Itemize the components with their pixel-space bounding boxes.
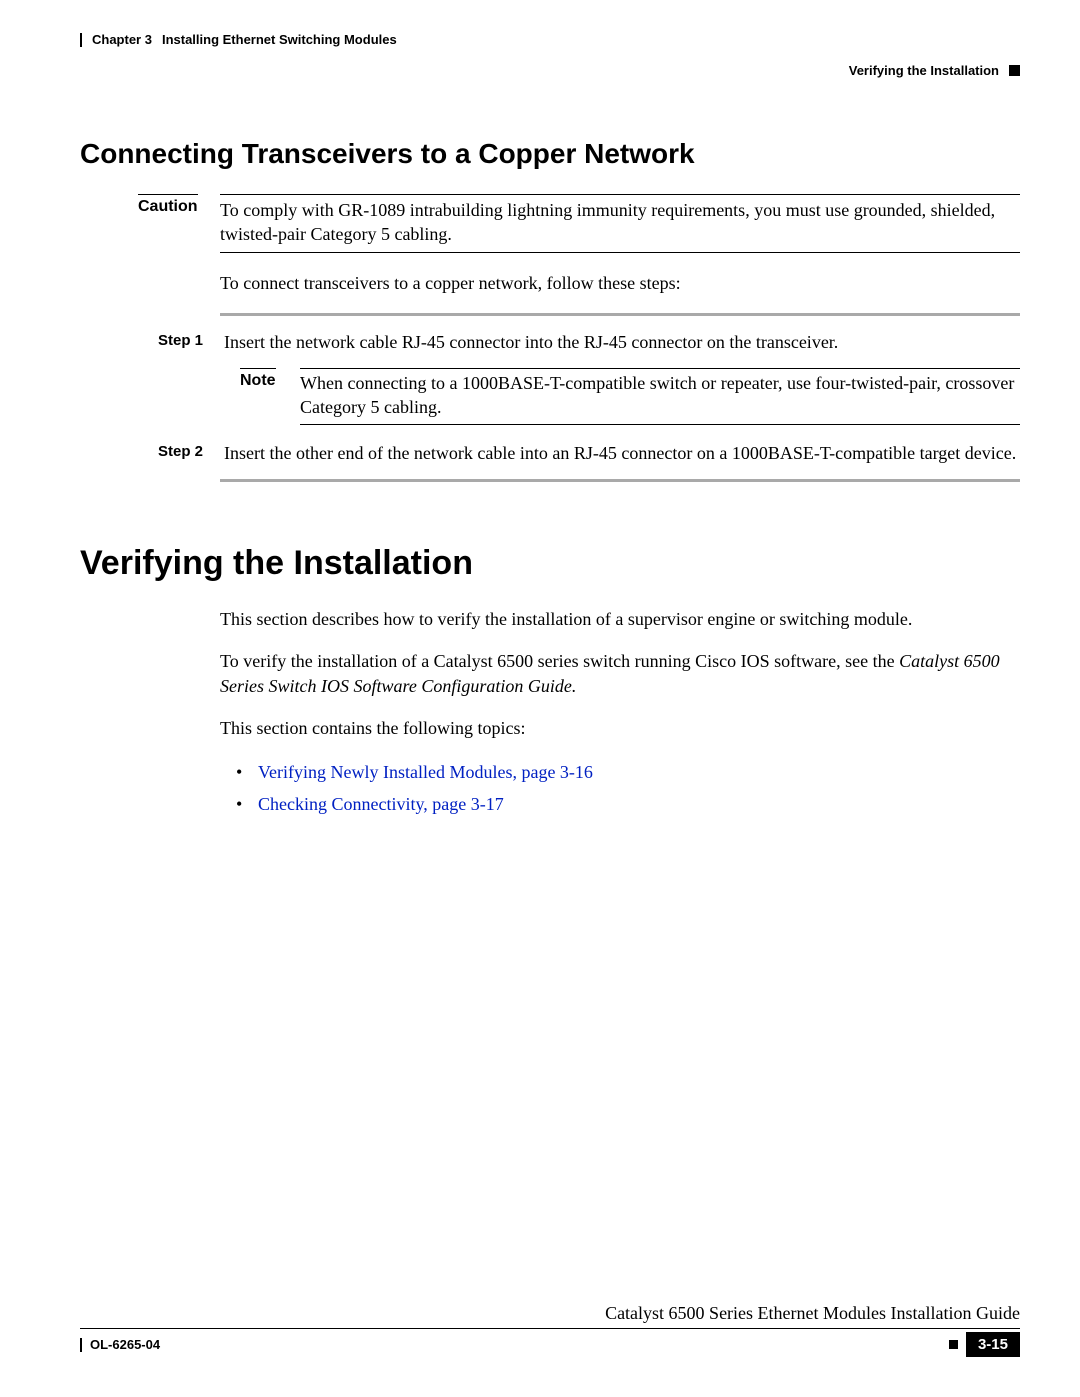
chapter-title: Installing Ethernet Switching Modules [162,32,397,47]
page-number: 3-15 [966,1332,1020,1357]
caution-block: Caution To comply with GR-1089 intrabuil… [138,194,1020,253]
step-label: Step 2 [158,441,204,460]
caution-label: Caution [138,194,198,216]
note-text: When connecting to a 1000BASE-T-compatib… [300,368,1020,425]
caution-text: To comply with GR-1089 intrabuilding lig… [220,194,1020,253]
topic-link[interactable]: Checking Connectivity, page 3-17 [258,794,504,814]
topic-link[interactable]: Verifying Newly Installed Modules, page … [258,762,593,782]
header-section-name: Verifying the Installation [849,63,999,78]
chapter-label: Chapter 3 [92,32,152,47]
note-label: Note [240,368,276,390]
verify-p3: This section contains the following topi… [220,716,1020,740]
page-header: Chapter 3 Installing Ethernet Switching … [80,32,1020,47]
step-body: Insert the other end of the network cabl… [224,441,1020,465]
note-block: Note When connecting to a 1000BASE-T-com… [240,368,1020,425]
section-heading-copper: Connecting Transceivers to a Copper Netw… [80,138,1020,170]
section-heading-verify: Verifying the Installation [80,544,1020,583]
footer-rule-icon [80,1338,82,1352]
page-footer: Catalyst 6500 Series Ethernet Modules In… [80,1303,1020,1357]
topic-link-list: Verifying Newly Installed Modules, page … [236,758,1020,819]
header-rule-icon [80,33,82,47]
square-marker-icon [1009,65,1020,76]
footer-doc-id: OL-6265-04 [90,1337,160,1352]
rule-icon [220,313,1020,316]
step-row: Step 1 Insert the network cable RJ-45 co… [158,330,1020,354]
footer-guide-title: Catalyst 6500 Series Ethernet Modules In… [80,1303,1020,1324]
step-label: Step 1 [158,330,204,349]
rule-icon [220,479,1020,482]
verify-p1: This section describes how to verify the… [220,607,1020,631]
square-marker-icon [949,1340,958,1349]
verify-p2a: To verify the installation of a Catalyst… [220,651,899,671]
intro-paragraph: To connect transceivers to a copper netw… [220,271,1020,295]
step-body: Insert the network cable RJ-45 connector… [224,330,1020,354]
step-row: Step 2 Insert the other end of the netwo… [158,441,1020,465]
verify-p2: To verify the installation of a Catalyst… [220,649,1020,698]
